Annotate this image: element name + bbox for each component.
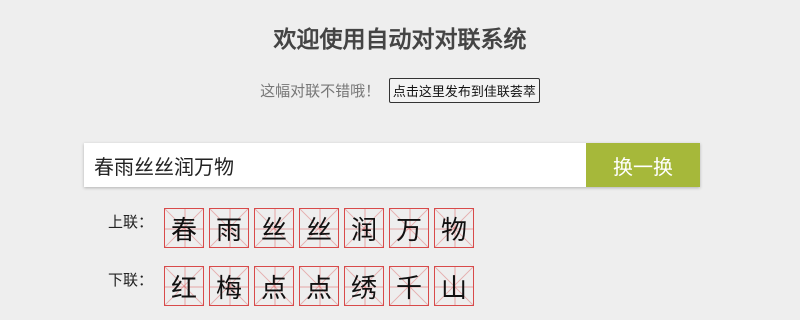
upper-couplet-input[interactable] — [84, 143, 586, 187]
lower-char-cell: 山 — [434, 266, 474, 306]
lower-couplet-row: 下联： 红 梅 点 点 绣 千 山 — [108, 266, 474, 306]
publish-button[interactable]: 点击这里发布到佳联荟萃 — [388, 78, 540, 103]
share-prompt-text: 这幅对联不错哦！ — [260, 82, 381, 100]
page-title: 欢迎使用自动对对联系统 — [273, 27, 527, 53]
lower-couplet-cells: 红 梅 点 点 绣 千 山 — [164, 266, 474, 306]
upper-couplet-cells: 春 雨 丝 丝 润 万 物 — [164, 208, 474, 248]
lower-char-cell: 千 — [389, 266, 429, 306]
lower-char-cell: 点 — [299, 266, 339, 306]
upper-char-cell: 春 — [164, 208, 204, 248]
upper-couplet-label: 上联： — [108, 212, 154, 231]
upper-char-cell: 丝 — [299, 208, 339, 248]
lower-char-cell: 绣 — [344, 266, 384, 306]
page: 欢迎使用自动对对联系统 这幅对联不错哦！ 点击这里发布到佳联荟萃 换一换 上联：… — [0, 0, 800, 320]
share-row: 这幅对联不错哦！ 点击这里发布到佳联荟萃 — [0, 78, 800, 103]
upper-char-cell: 丝 — [254, 208, 294, 248]
lower-char-cell: 点 — [254, 266, 294, 306]
couplet-input-bar: 换一换 — [84, 143, 700, 187]
swap-button[interactable]: 换一换 — [586, 143, 700, 187]
upper-char-cell: 润 — [344, 208, 384, 248]
lower-couplet-label: 下联： — [108, 270, 154, 289]
upper-char-cell: 万 — [389, 208, 429, 248]
upper-char-cell: 物 — [434, 208, 474, 248]
upper-char-cell: 雨 — [209, 208, 249, 248]
lower-char-cell: 红 — [164, 266, 204, 306]
lower-char-cell: 梅 — [209, 266, 249, 306]
upper-couplet-row: 上联： 春 雨 丝 丝 润 万 物 — [108, 208, 474, 248]
